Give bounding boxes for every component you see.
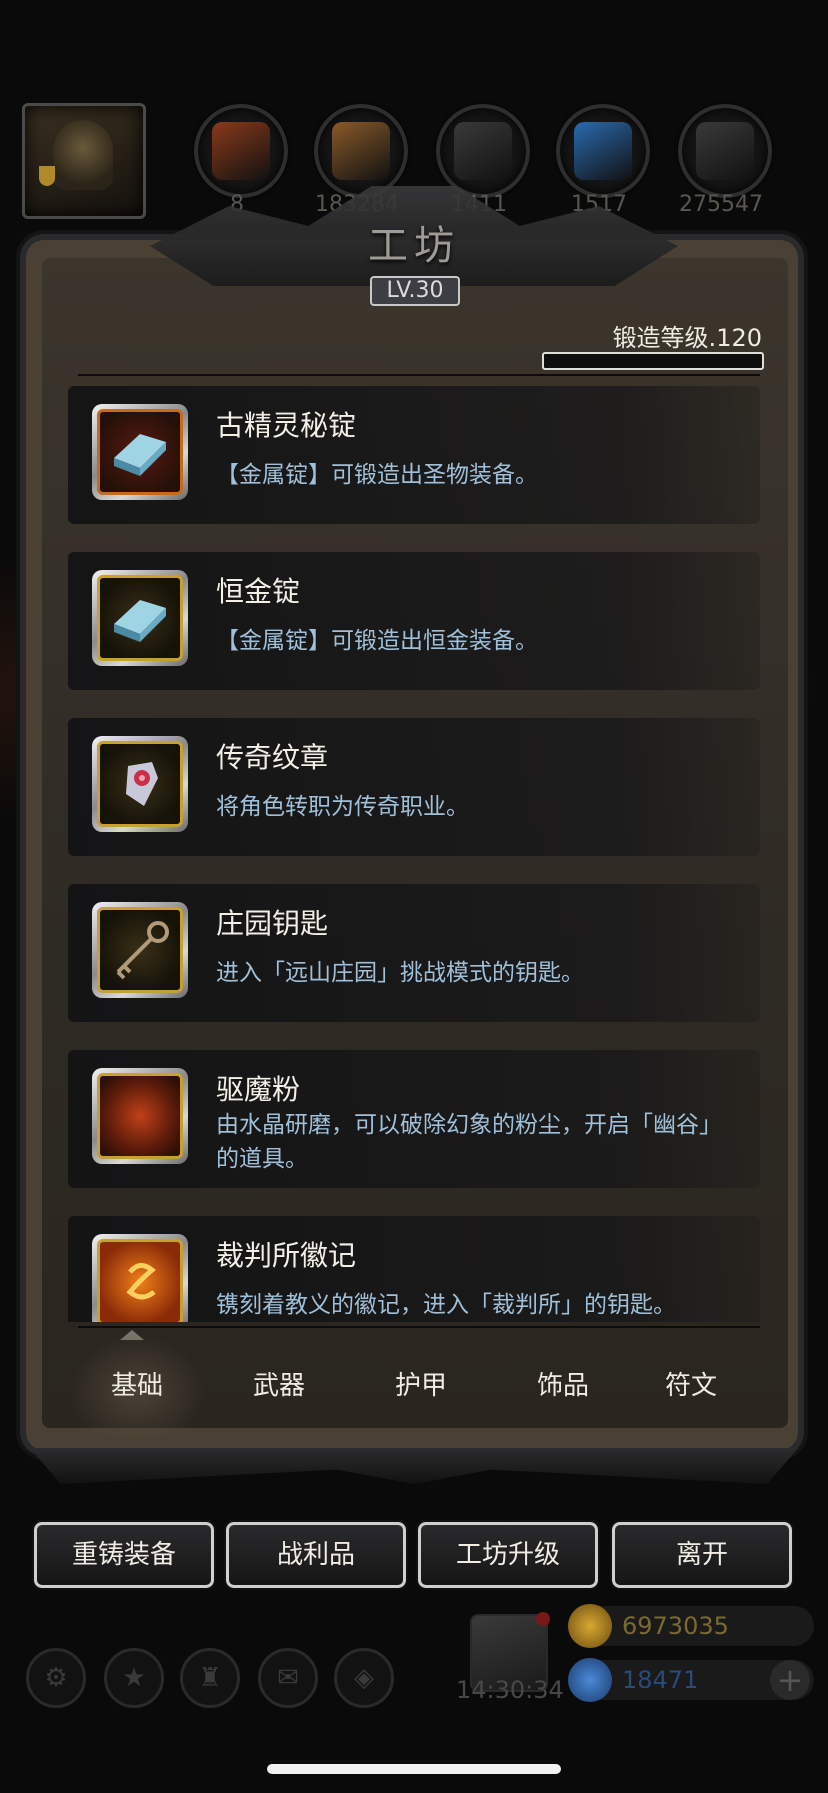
gem-icon [568,1658,612,1702]
leave-button[interactable]: 离开 [612,1522,792,1588]
item-icon-frame [92,1068,188,1164]
leather-icon [194,104,288,198]
resource-material [332,122,390,180]
key-icon [97,907,183,993]
clock: 14:30:34 [456,1676,564,1704]
ingot-icon [97,575,183,661]
item-description: 进入「远山庄园」挑战模式的钥匙。 [216,960,584,986]
tab-weapons[interactable]: 武器 [210,1334,348,1438]
frame-bottom-ornament [30,1448,798,1484]
gold-coin-icon [568,1604,612,1648]
item-description: 将角色转职为传奇职业。 [216,794,469,820]
crystal-icon [556,104,650,198]
castle-icon[interactable]: ♜ [180,1648,240,1708]
resource-material [212,122,270,180]
shop-icon[interactable]: ◈ [334,1648,394,1708]
ore-icon [678,104,772,198]
list-item[interactable]: 传奇纹章 将角色转职为传奇职业。 [68,718,760,856]
workshop-level-badge: LV.30 [370,276,460,306]
page-title: 工坊 [368,223,460,269]
item-name: 古精灵秘锭 [216,409,357,442]
settings-icon[interactable]: ⚙ [26,1648,86,1708]
category-tabs: 基础 武器 护甲 饰品 符文 [68,1334,760,1438]
item-icon-frame [92,1234,188,1322]
add-gems-button[interactable]: + [770,1660,810,1700]
resource-material [696,122,754,180]
tab-accessories[interactable]: 饰品 [494,1334,632,1438]
powder-icon [97,1073,183,1159]
forge-level-label: 锻造等级.120 [612,324,762,352]
item-name: 庄园钥匙 [216,907,329,940]
player-portrait[interactable] [22,103,146,219]
list-item[interactable]: 恒金锭 【金属锭】可锻造出恒金装备。 [68,552,760,690]
wood-icon [314,104,408,198]
item-icon-frame [92,902,188,998]
forge-progress-bar [542,352,764,370]
item-name: 恒金锭 [216,575,301,608]
item-list[interactable]: 古精灵秘锭 【金属锭】可锻造出圣物装备。 恒金锭 【金属锭】可锻造出恒金装备。 … [68,386,760,1322]
gold-amount: 6973035 [622,1612,729,1640]
divider-bottom [78,1326,760,1328]
list-item[interactable]: 驱魔粉 由水晶研磨，可以破除幻象的粉尘，开启「幽谷」的道具。 [68,1050,760,1188]
item-name: 传奇纹章 [216,741,329,774]
item-icon-frame [92,736,188,832]
notification-dot [536,1612,550,1626]
achievement-icon[interactable]: ★ [104,1648,164,1708]
item-name: 驱魔粉 [216,1073,301,1106]
loot-button[interactable]: 战利品 [226,1522,406,1588]
resource-material [574,122,632,180]
mail-icon[interactable]: ✉ [258,1648,318,1708]
divider-top [78,374,760,376]
ingot-icon [97,409,183,495]
item-description: 【金属锭】可锻造出圣物装备。 [216,462,538,488]
tab-runes[interactable]: 符文 [622,1334,760,1438]
resource-material [454,122,512,180]
home-indicator[interactable] [267,1764,561,1774]
tab-basic[interactable]: 基础 [68,1334,206,1438]
tab-armor[interactable]: 护甲 [352,1334,490,1438]
item-description: 由水晶研磨，可以破除幻象的粉尘，开启「幽谷」的道具。 [216,1112,722,1172]
item-icon-frame [92,404,188,500]
iron-icon [436,104,530,198]
item-icon-frame [92,570,188,666]
seal-icon [97,1239,183,1322]
list-item[interactable]: 庄园钥匙 进入「远山庄园」挑战模式的钥匙。 [68,884,760,1022]
item-description: 【金属锭】可锻造出恒金装备。 [216,628,538,654]
reforge-equipment-button[interactable]: 重铸装备 [34,1522,214,1588]
list-item[interactable]: 裁判所徽记 镌刻着教义的徽记，进入「裁判所」的钥匙。 [68,1216,760,1322]
item-name: 裁判所徽记 [216,1239,357,1272]
trophy-icon [39,166,55,186]
gem-amount: 18471 [622,1666,699,1694]
helmet-icon [53,120,113,190]
list-item[interactable]: 古精灵秘锭 【金属锭】可锻造出圣物装备。 [68,386,760,524]
item-description: 镌刻着教义的徽记，进入「裁判所」的钥匙。 [216,1292,676,1318]
emblem-icon [97,741,183,827]
upgrade-workshop-button[interactable]: 工坊升级 [418,1522,598,1588]
